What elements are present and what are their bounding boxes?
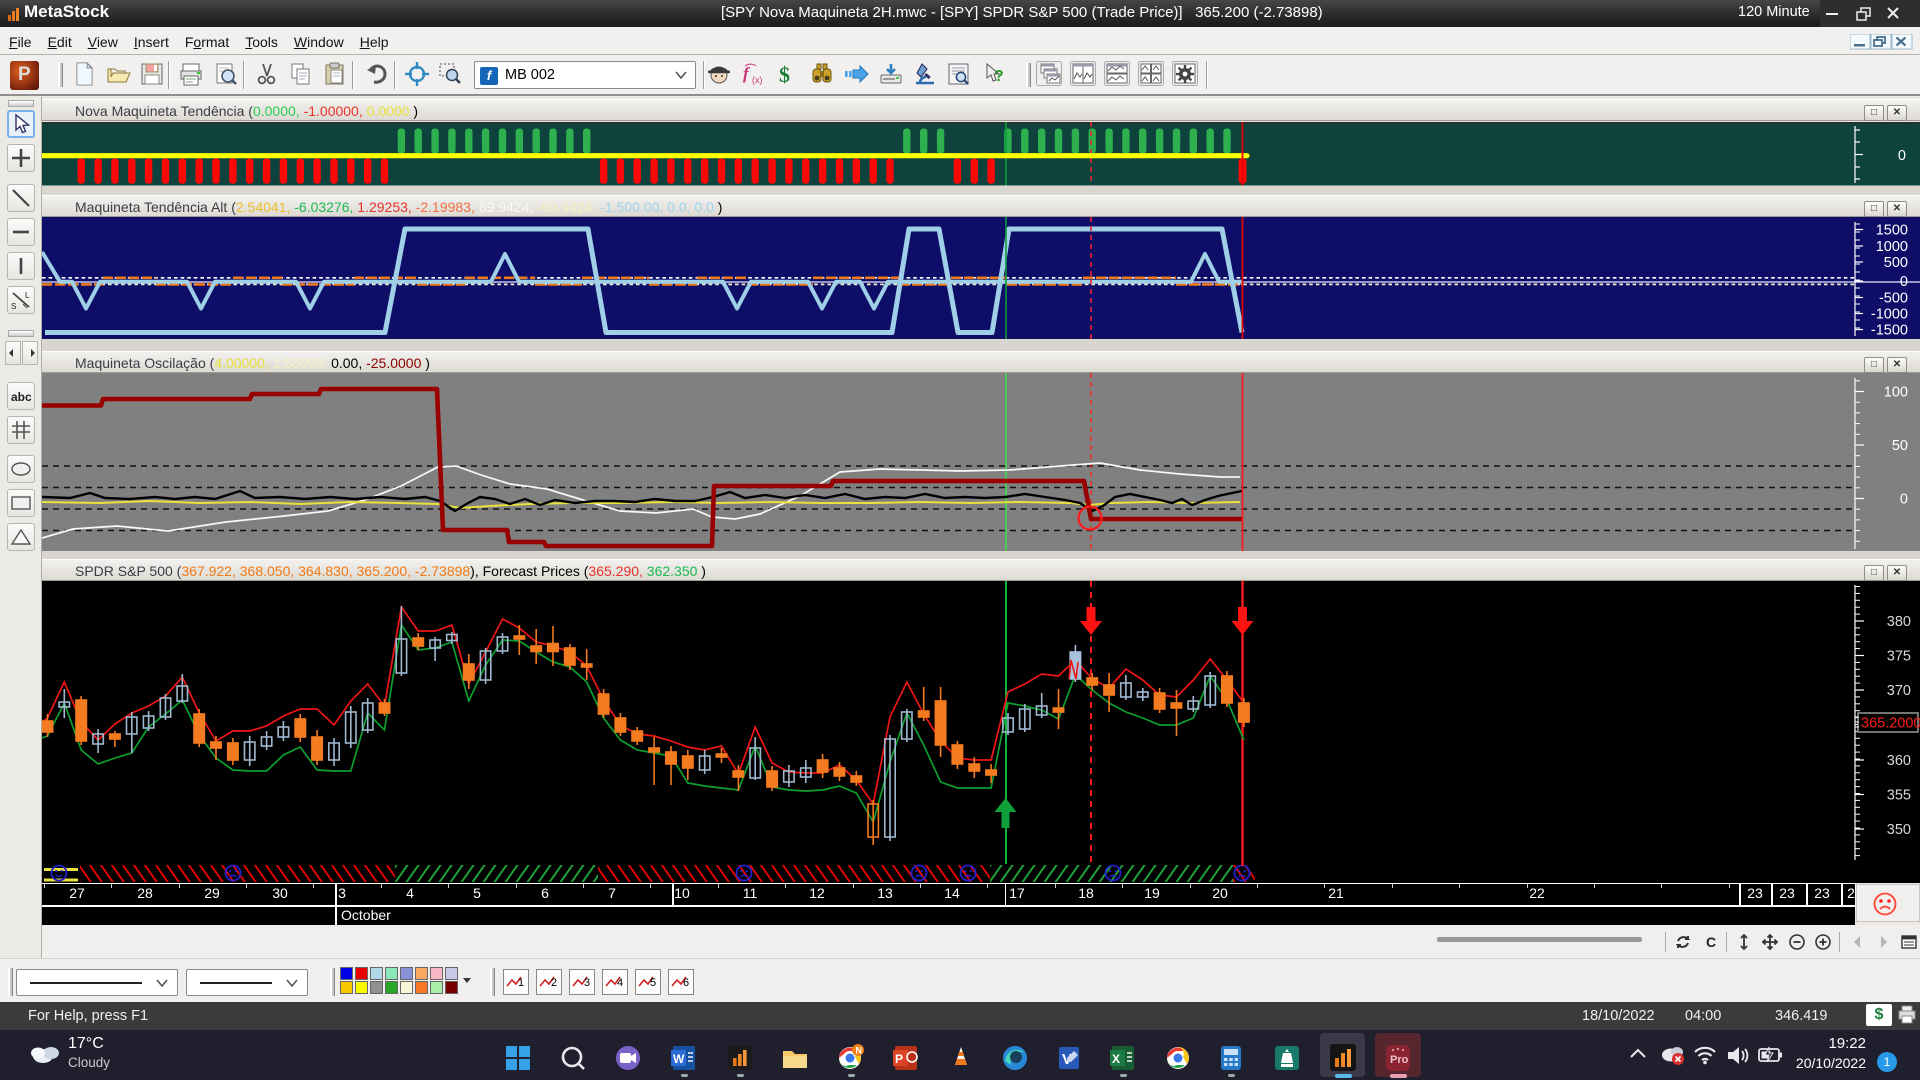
- svg-text:100: 100: [1884, 385, 1908, 401]
- svg-text:abc: abc: [11, 390, 32, 404]
- svg-text:500: 500: [1884, 255, 1908, 271]
- svg-text:L: L: [25, 291, 30, 300]
- svg-text:f: f: [743, 64, 751, 83]
- svg-text:S: S: [11, 302, 16, 311]
- svg-text:1000: 1000: [1876, 239, 1908, 255]
- svg-text:X: X: [1112, 1052, 1120, 1066]
- svg-text:355: 355: [1887, 788, 1911, 804]
- svg-text:W: W: [673, 1052, 685, 1066]
- svg-text:360: 360: [1887, 753, 1911, 769]
- svg-text:50: 50: [1892, 438, 1908, 454]
- svg-text:(x): (x): [752, 75, 763, 85]
- svg-text:P: P: [895, 1052, 903, 1066]
- svg-text:-1500: -1500: [1871, 323, 1908, 339]
- svg-text:380: 380: [1887, 614, 1911, 630]
- svg-text:-1000: -1000: [1871, 307, 1908, 323]
- svg-text:N: N: [856, 1046, 863, 1056]
- svg-text:350: 350: [1887, 822, 1911, 838]
- svg-text:?: ?: [994, 68, 1004, 85]
- svg-text:C: C: [1706, 934, 1716, 950]
- svg-text:1500: 1500: [1876, 223, 1908, 239]
- svg-text:Pro: Pro: [1390, 1054, 1409, 1066]
- svg-text:375: 375: [1887, 649, 1911, 665]
- svg-text:370: 370: [1887, 683, 1911, 699]
- svg-text:$: $: [779, 62, 790, 87]
- svg-text:365.2000: 365.2000: [1861, 716, 1920, 732]
- svg-text:0: 0: [1898, 148, 1906, 164]
- svg-text:0: 0: [1900, 492, 1908, 508]
- svg-text:-500: -500: [1879, 291, 1908, 307]
- svg-text:0: 0: [1900, 274, 1908, 290]
